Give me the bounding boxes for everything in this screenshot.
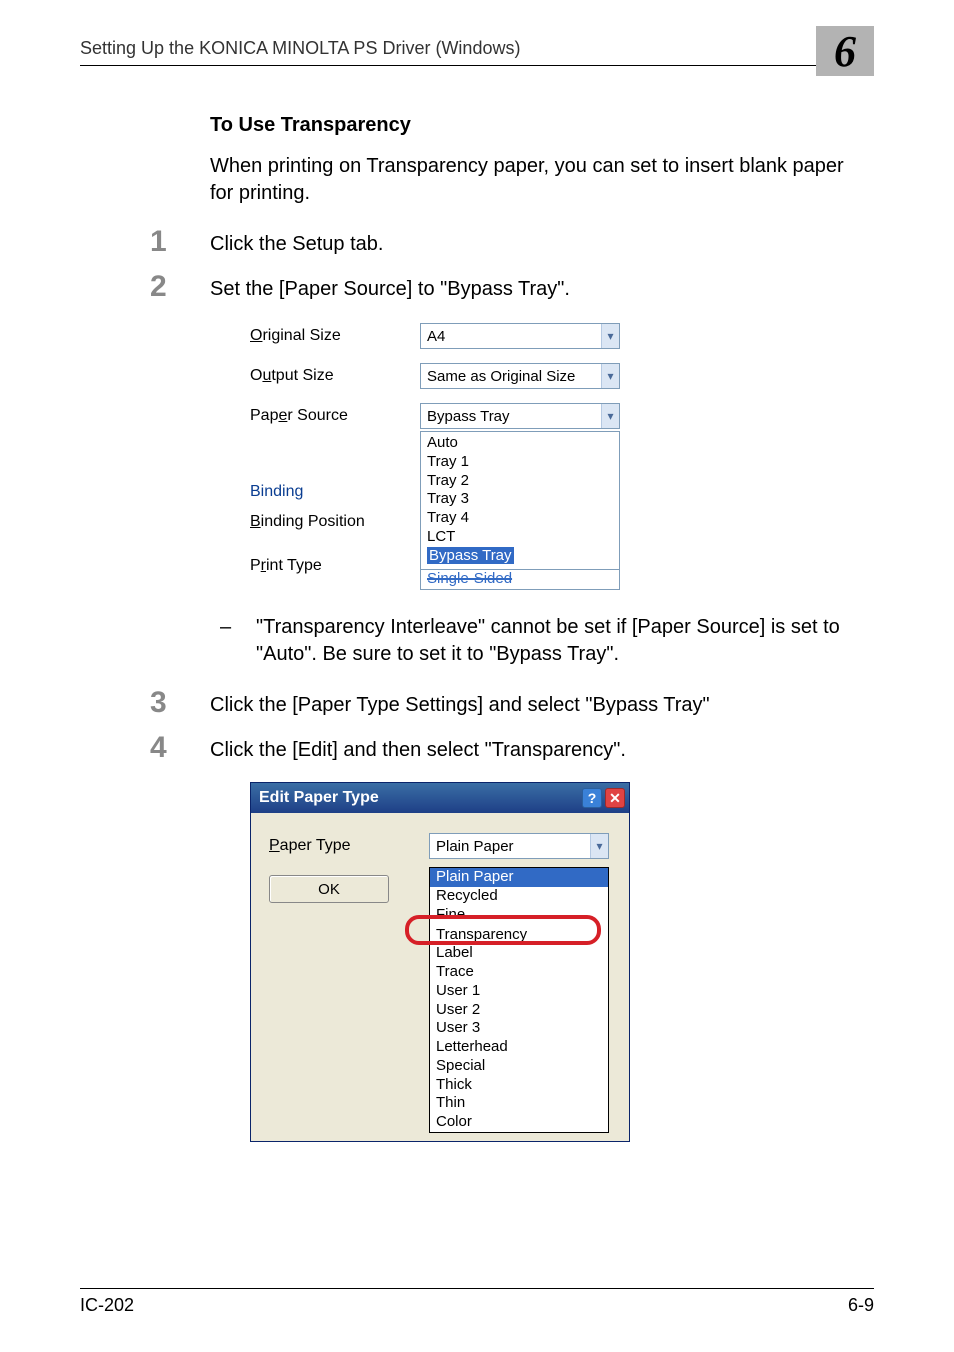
chapter-badge: 6	[816, 26, 874, 76]
step-1: 1 Click the Setup tab.	[150, 231, 864, 258]
footer-right: 6-9	[848, 1295, 874, 1316]
step-3-text: Click the [Paper Type Settings] and sele…	[210, 692, 864, 719]
chapter-number: 6	[834, 26, 856, 77]
page-header: Setting Up the KONICA MINOLTA PS Driver …	[80, 38, 874, 84]
binding-position-label: Binding Position	[250, 507, 420, 537]
list-item-selected: Bypass Tray	[427, 547, 514, 564]
step-4-number: 4	[150, 731, 167, 765]
step-2-text: Set the [Paper Source] to "Bypass Tray".	[210, 276, 864, 303]
step-1-text: Click the Setup tab.	[210, 231, 864, 258]
original-size-row: Original Size A4 ▾	[250, 321, 630, 351]
list-item[interactable]: Auto	[427, 434, 613, 453]
paper-type-value: Plain Paper	[436, 838, 514, 855]
section-intro: When printing on Transparency paper, you…	[210, 153, 864, 207]
list-item[interactable]: Thin	[430, 1094, 608, 1113]
step-3-number: 3	[150, 686, 167, 720]
ok-button[interactable]: OK	[269, 875, 389, 903]
paper-source-dropdown-list[interactable]: Auto Tray 1 Tray 2 Tray 3 Tray 4 LCT Byp…	[420, 431, 620, 570]
paper-type-dropdown-list[interactable]: Plain Paper Recycled Fine Transparency L…	[429, 867, 609, 1133]
list-item[interactable]: Color	[430, 1113, 608, 1132]
step-4: 4 Click the [Edit] and then select "Tran…	[150, 737, 864, 764]
list-item[interactable]: Recycled	[430, 887, 608, 906]
step-1-number: 1	[150, 225, 167, 259]
paper-source-row: Paper Source Bypass Tray ▾	[250, 401, 630, 431]
step-2-note: – "Transparency Interleave" cannot be se…	[210, 614, 864, 668]
edit-dialog-body: Paper Type Plain Paper ▾ OK Plain Paper …	[251, 813, 629, 1141]
page-root: Setting Up the KONICA MINOLTA PS Driver …	[0, 0, 954, 1352]
original-size-select[interactable]: A4 ▾	[420, 323, 620, 349]
list-item[interactable]: Tray 2	[427, 472, 613, 491]
binding-group-label: Binding	[250, 477, 420, 507]
original-size-label: Original Size	[250, 327, 420, 345]
list-item[interactable]: Fine	[430, 906, 608, 926]
header-rule	[80, 65, 874, 66]
left-labels-overlay: Binding Binding Position Print Type	[250, 437, 420, 581]
figure-1-panel: Original Size A4 ▾ Output Size Same as O…	[250, 321, 630, 590]
paper-type-row: Paper Type Plain Paper ▾	[269, 833, 615, 859]
figure-1: Original Size A4 ▾ Output Size Same as O…	[250, 321, 864, 590]
paper-source-label: Paper Source	[250, 407, 420, 425]
edit-dialog-title: Edit Paper Type	[259, 789, 379, 807]
paper-source-select[interactable]: Bypass Tray ▾	[420, 403, 620, 429]
list-item[interactable]: Tray 1	[427, 453, 613, 472]
list-item-selected[interactable]: Plain Paper	[430, 868, 608, 887]
running-header-title: Setting Up the KONICA MINOLTA PS Driver …	[80, 38, 874, 59]
list-item[interactable]: Tray 4	[427, 509, 613, 528]
list-item[interactable]: Trace	[430, 963, 608, 982]
list-item[interactable]: Thick	[430, 1076, 608, 1095]
output-size-label: Output Size	[250, 367, 420, 385]
chevron-down-icon: ▾	[590, 834, 608, 858]
step-2-number: 2	[150, 270, 167, 304]
chevron-down-icon: ▾	[601, 364, 619, 388]
list-item[interactable]: Special	[430, 1057, 608, 1076]
print-type-cut-value: Single-Sided	[420, 570, 620, 590]
list-item-transparency[interactable]: Transparency	[430, 926, 608, 945]
list-item[interactable]: User 3	[430, 1019, 608, 1038]
paper-source-dropdown-area: Auto Tray 1 Tray 2 Tray 3 Tray 4 LCT Byp…	[250, 431, 630, 590]
paper-type-label: Paper Type	[269, 837, 429, 855]
original-size-value: A4	[427, 328, 445, 345]
chevron-down-icon: ▾	[601, 324, 619, 348]
body-region: To Use Transparency When printing on Tra…	[80, 114, 874, 1142]
close-icon[interactable]: ✕	[605, 788, 625, 808]
edit-paper-type-dialog: Edit Paper Type ? ✕ Paper Type Plain Pap…	[250, 782, 630, 1142]
paper-source-value: Bypass Tray	[427, 408, 510, 425]
step-4-text: Click the [Edit] and then select "Transp…	[210, 737, 864, 764]
note-dash: –	[220, 614, 231, 641]
footer-left: IC-202	[80, 1295, 134, 1316]
output-size-row: Output Size Same as Original Size ▾	[250, 361, 630, 391]
list-item[interactable]: LCT	[427, 528, 613, 547]
paper-type-select[interactable]: Plain Paper ▾	[429, 833, 609, 859]
list-item[interactable]: Label	[430, 944, 608, 963]
footer-row: IC-202 6-9	[80, 1295, 874, 1316]
section-heading: To Use Transparency	[210, 114, 864, 137]
list-item[interactable]: Bypass Tray	[427, 547, 613, 566]
list-item[interactable]: User 2	[430, 1001, 608, 1020]
step-3: 3 Click the [Paper Type Settings] and se…	[150, 692, 864, 719]
list-item[interactable]: User 1	[430, 982, 608, 1001]
output-size-value: Same as Original Size	[427, 368, 575, 385]
ok-button-label: OK	[318, 881, 340, 898]
step-2: 2 Set the [Paper Source] to "Bypass Tray…	[150, 276, 864, 303]
note-text: "Transparency Interleave" cannot be set …	[256, 616, 840, 665]
titlebar-icons: ? ✕	[582, 788, 625, 808]
footer-rule	[80, 1288, 874, 1289]
chevron-down-icon: ▾	[601, 404, 619, 428]
figure-2: Edit Paper Type ? ✕ Paper Type Plain Pap…	[250, 782, 864, 1142]
print-type-label: Print Type	[250, 551, 420, 581]
page-footer: IC-202 6-9	[80, 1288, 874, 1316]
help-icon[interactable]: ?	[582, 788, 602, 808]
output-size-select[interactable]: Same as Original Size ▾	[420, 363, 620, 389]
list-item[interactable]: Letterhead	[430, 1038, 608, 1057]
list-item[interactable]: Tray 3	[427, 490, 613, 509]
edit-dialog-titlebar: Edit Paper Type ? ✕	[251, 783, 629, 813]
